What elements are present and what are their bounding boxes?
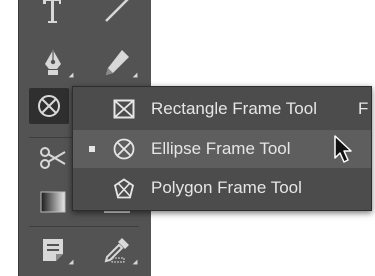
- flyout-indicator-icon: [132, 259, 138, 265]
- gradient-icon: [40, 191, 66, 213]
- menu-item-label: Ellipse Frame Tool: [151, 139, 291, 158]
- menu-item-ellipse-frame-tool[interactable]: Ellipse Frame Tool: [73, 130, 371, 168]
- flyout-indicator-icon: [132, 72, 138, 78]
- selected-bullet-icon: [89, 146, 95, 152]
- flyout-indicator-icon: [68, 72, 74, 78]
- eyedropper-tool[interactable]: [97, 232, 138, 268]
- ellipse-frame-icon: [113, 138, 135, 160]
- pen-icon: [45, 50, 61, 75]
- rectangle-frame-icon: [113, 99, 135, 119]
- note-tool[interactable]: [33, 232, 74, 268]
- line-tool[interactable]: [97, 0, 137, 28]
- pencil-tool[interactable]: [97, 45, 138, 81]
- pen-tool[interactable]: [33, 45, 74, 81]
- note-icon: [43, 239, 63, 261]
- type-tool[interactable]: [33, 0, 73, 28]
- menu-item-polygon-frame-tool[interactable]: Polygon Frame Tool: [73, 169, 371, 207]
- frame-tool[interactable]: [29, 88, 69, 124]
- toolbar-divider: [29, 226, 139, 227]
- scissors-icon: [40, 147, 66, 169]
- keyboard-shortcut: F: [358, 99, 369, 118]
- menu-item-label: Polygon Frame Tool: [151, 178, 302, 197]
- menu-item-label: Rectangle Frame Tool: [151, 99, 317, 118]
- mouse-pointer-icon: [334, 135, 352, 163]
- polygon-frame-icon: [113, 178, 135, 199]
- scissors-tool[interactable]: [33, 140, 73, 176]
- flyout-indicator-icon: [68, 259, 74, 265]
- ellipse-frame-icon: [38, 95, 60, 117]
- line-icon: [105, 0, 129, 22]
- eyedropper-icon: [104, 238, 129, 263]
- frame-tools-flyout-menu: Rectangle Frame Tool F Ellipse Frame Too…: [72, 86, 372, 211]
- gradient-swatch-tool[interactable]: [33, 184, 73, 220]
- menu-item-rectangle-frame-tool[interactable]: Rectangle Frame Tool F: [73, 90, 371, 128]
- pencil-icon: [106, 50, 129, 75]
- type-icon: [43, 0, 61, 23]
